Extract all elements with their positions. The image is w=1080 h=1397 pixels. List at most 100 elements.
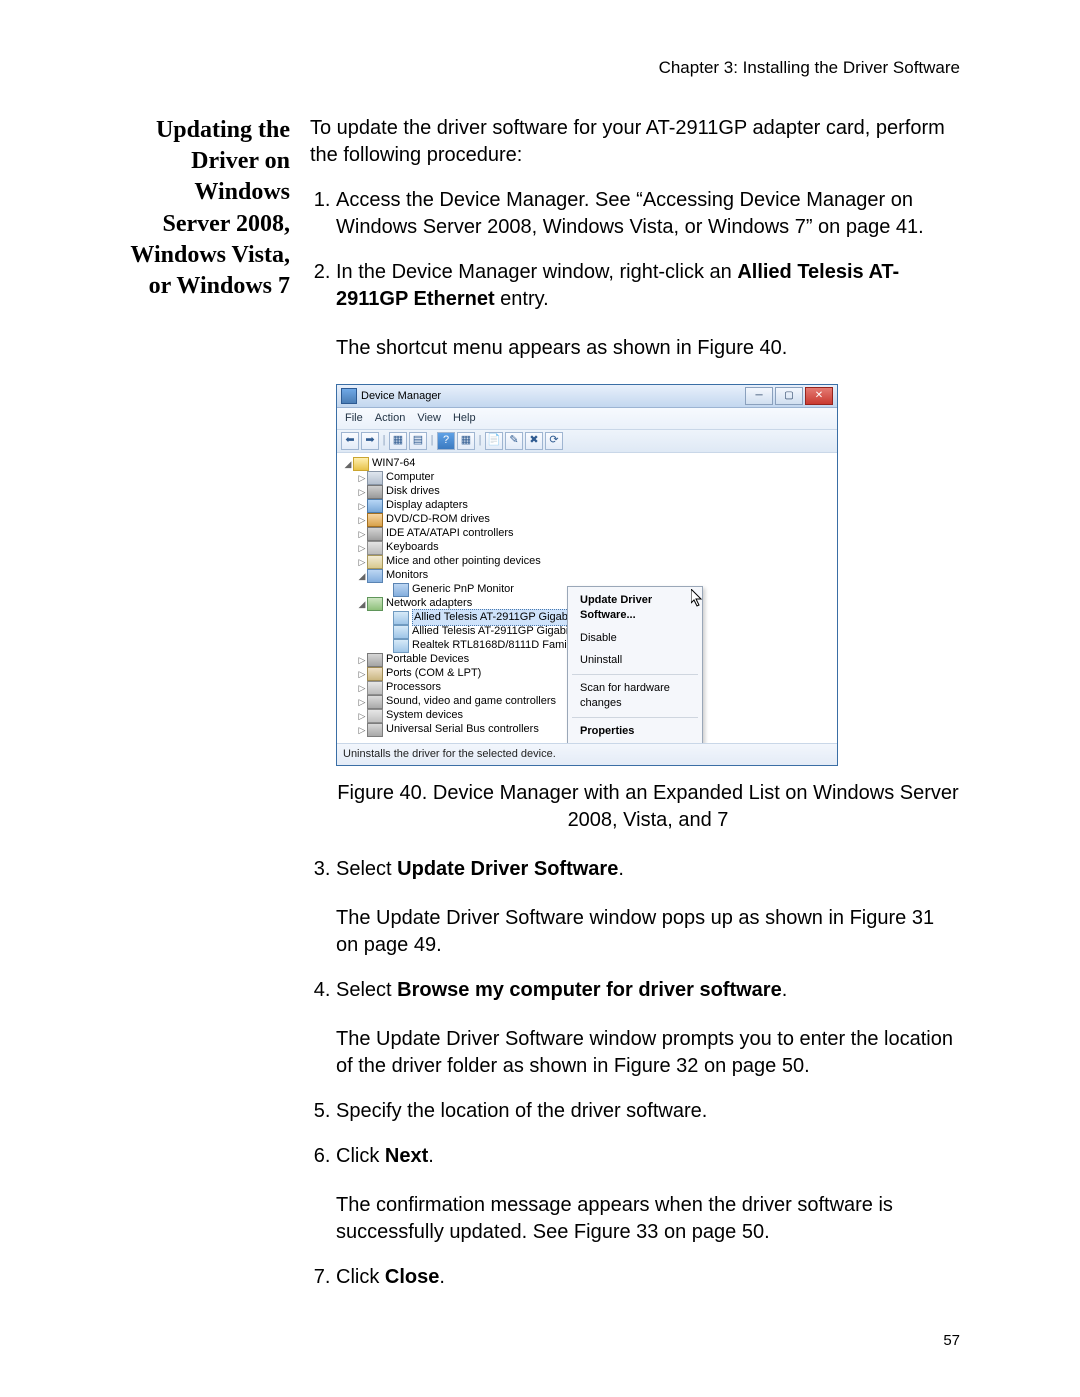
context-menu-item[interactable]: Scan for hardware changes xyxy=(570,677,700,715)
toolbar-help-icon[interactable]: ? xyxy=(437,432,455,450)
tool-bar: ⬅ ➡ | ▦ ▤ | ? ▦ | 📄 ✎ ✖ ⟳ xyxy=(337,430,837,453)
toolbar-properties-icon[interactable]: 📄 xyxy=(485,432,503,450)
device-icon xyxy=(393,639,409,653)
step-3-after: The Update Driver Software window pops u… xyxy=(336,905,960,959)
category-icon xyxy=(367,681,383,695)
step-7: Click Close. xyxy=(336,1264,960,1291)
toolbar-back-icon[interactable]: ⬅ xyxy=(341,432,359,450)
category-icon xyxy=(367,485,383,499)
window-minimize-button[interactable]: ─ xyxy=(745,387,773,405)
tree-category-label: Display adapters xyxy=(386,498,468,513)
tree-root-label: WIN7-64 xyxy=(372,456,415,471)
expand-icon[interactable]: ▷ xyxy=(357,724,367,736)
tree-category[interactable]: ▷ Disk drives xyxy=(343,485,837,499)
context-menu: Update Driver Software...DisableUninstal… xyxy=(567,586,703,744)
toolbar-update-icon[interactable]: ✎ xyxy=(505,432,523,450)
step-7-bold: Close xyxy=(385,1266,439,1288)
tree-category[interactable]: ▷ Display adapters xyxy=(343,499,837,513)
menu-file[interactable]: File xyxy=(345,411,363,426)
menu-bar: File Action View Help xyxy=(337,408,837,430)
tree-category-label: Processors xyxy=(386,680,441,695)
tree-category-label: IDE ATA/ATAPI controllers xyxy=(386,526,514,541)
expand-icon[interactable]: ▷ xyxy=(357,696,367,708)
status-bar: Uninstalls the driver for the selected d… xyxy=(337,744,837,765)
intro-paragraph: To update the driver software for your A… xyxy=(310,115,960,169)
category-icon xyxy=(367,527,383,541)
tree-root[interactable]: ◢ WIN7-64 xyxy=(343,457,837,471)
tree-category[interactable]: ▷ Mice and other pointing devices xyxy=(343,555,837,569)
computer-root-icon xyxy=(353,457,369,471)
tree-device-label: Generic PnP Monitor xyxy=(412,582,514,597)
step-2-pre: In the Device Manager window, right-clic… xyxy=(336,261,737,283)
expand-icon[interactable]: ▷ xyxy=(357,654,367,666)
step-4-bold: Browse my computer for driver software xyxy=(397,979,782,1001)
expand-icon[interactable]: ▷ xyxy=(357,668,367,680)
context-menu-item[interactable]: Properties xyxy=(570,720,700,743)
step-3-bold: Update Driver Software xyxy=(397,858,618,880)
expand-icon[interactable]: ▷ xyxy=(357,500,367,512)
toolbar-separator: | xyxy=(477,432,483,450)
steps-list: Access the Device Manager. See “Accessin… xyxy=(310,187,960,1291)
collapse-icon[interactable]: ◢ xyxy=(343,458,353,470)
device-icon xyxy=(393,611,409,625)
step-2-after: The shortcut menu appears as shown in Fi… xyxy=(336,335,960,362)
step-7-post: . xyxy=(439,1266,445,1288)
category-icon xyxy=(367,695,383,709)
step-4: Select Browse my computer for driver sof… xyxy=(336,977,960,1080)
tree-category[interactable]: ▷Computer xyxy=(343,471,837,485)
device-tree-area: ◢ WIN7-64 ▷Computer▷Disk drives▷Display … xyxy=(337,453,837,744)
device-icon xyxy=(393,625,409,639)
figure-caption: Figure 40. Device Manager with an Expand… xyxy=(336,780,960,834)
tree-category-label: Disk drives xyxy=(386,484,440,499)
toolbar-scan-icon[interactable]: ⟳ xyxy=(545,432,563,450)
expand-icon[interactable]: ▷ xyxy=(357,514,367,526)
step-5-text: Specify the location of the driver softw… xyxy=(336,1100,707,1122)
toolbar-detail-icon[interactable]: ▤ xyxy=(409,432,427,450)
step-2: In the Device Manager window, right-clic… xyxy=(336,259,960,834)
toolbar-forward-icon[interactable]: ➡ xyxy=(361,432,379,450)
context-menu-item[interactable]: Uninstall xyxy=(570,649,700,672)
collapse-icon[interactable]: ◢ xyxy=(357,570,367,582)
category-icon xyxy=(367,541,383,555)
toolbar-list-icon[interactable]: ▦ xyxy=(389,432,407,450)
step-1: Access the Device Manager. See “Accessin… xyxy=(336,187,960,241)
collapse-icon[interactable]: ◢ xyxy=(357,598,367,610)
context-menu-item[interactable]: Disable xyxy=(570,627,700,650)
menu-view[interactable]: View xyxy=(417,411,441,426)
expand-icon[interactable]: ▷ xyxy=(357,528,367,540)
toolbar-uninstall-icon[interactable]: ✖ xyxy=(525,432,543,450)
category-icon xyxy=(367,499,383,513)
expand-icon[interactable]: ▷ xyxy=(357,486,367,498)
step-1-text: Access the Device Manager. See “Accessin… xyxy=(336,189,924,238)
step-6-after: The confirmation message appears when th… xyxy=(336,1192,960,1246)
device-icon xyxy=(393,583,409,597)
window-titlebar: Device Manager ─ ▢ ✕ xyxy=(337,385,837,408)
expand-icon[interactable]: ▷ xyxy=(357,472,367,484)
step-4-post: . xyxy=(782,979,788,1001)
step-3: Select Update Driver Software. The Updat… xyxy=(336,856,960,959)
toolbar-separator: | xyxy=(429,432,435,450)
category-icon xyxy=(367,569,383,583)
tree-category-label: Sound, video and game controllers xyxy=(386,694,556,709)
window-maximize-button[interactable]: ▢ xyxy=(775,387,803,405)
expand-icon[interactable]: ▷ xyxy=(357,556,367,568)
tree-category[interactable]: ▷DVD/CD-ROM drives xyxy=(343,513,837,527)
expand-icon[interactable]: ▷ xyxy=(357,682,367,694)
category-icon xyxy=(367,723,383,737)
step-3-pre: Select xyxy=(336,858,397,880)
step-7-pre: Click xyxy=(336,1266,385,1288)
toolbar-category-icon[interactable]: ▦ xyxy=(457,432,475,450)
tree-category[interactable]: ▷Keyboards xyxy=(343,541,837,555)
expand-icon[interactable]: ▷ xyxy=(357,542,367,554)
tree-category-label: Mice and other pointing devices xyxy=(386,554,541,569)
window-icon xyxy=(341,388,357,404)
tree-category[interactable]: ▷ IDE ATA/ATAPI controllers xyxy=(343,527,837,541)
window-close-button[interactable]: ✕ xyxy=(805,387,833,405)
menu-help[interactable]: Help xyxy=(453,411,476,426)
menu-action[interactable]: Action xyxy=(375,411,406,426)
tree-category[interactable]: ◢Monitors xyxy=(343,569,837,583)
expand-icon[interactable]: ▷ xyxy=(357,710,367,722)
context-menu-item[interactable]: Update Driver Software... xyxy=(570,589,700,627)
tree-category-label: Portable Devices xyxy=(386,652,469,667)
step-4-pre: Select xyxy=(336,979,397,1001)
